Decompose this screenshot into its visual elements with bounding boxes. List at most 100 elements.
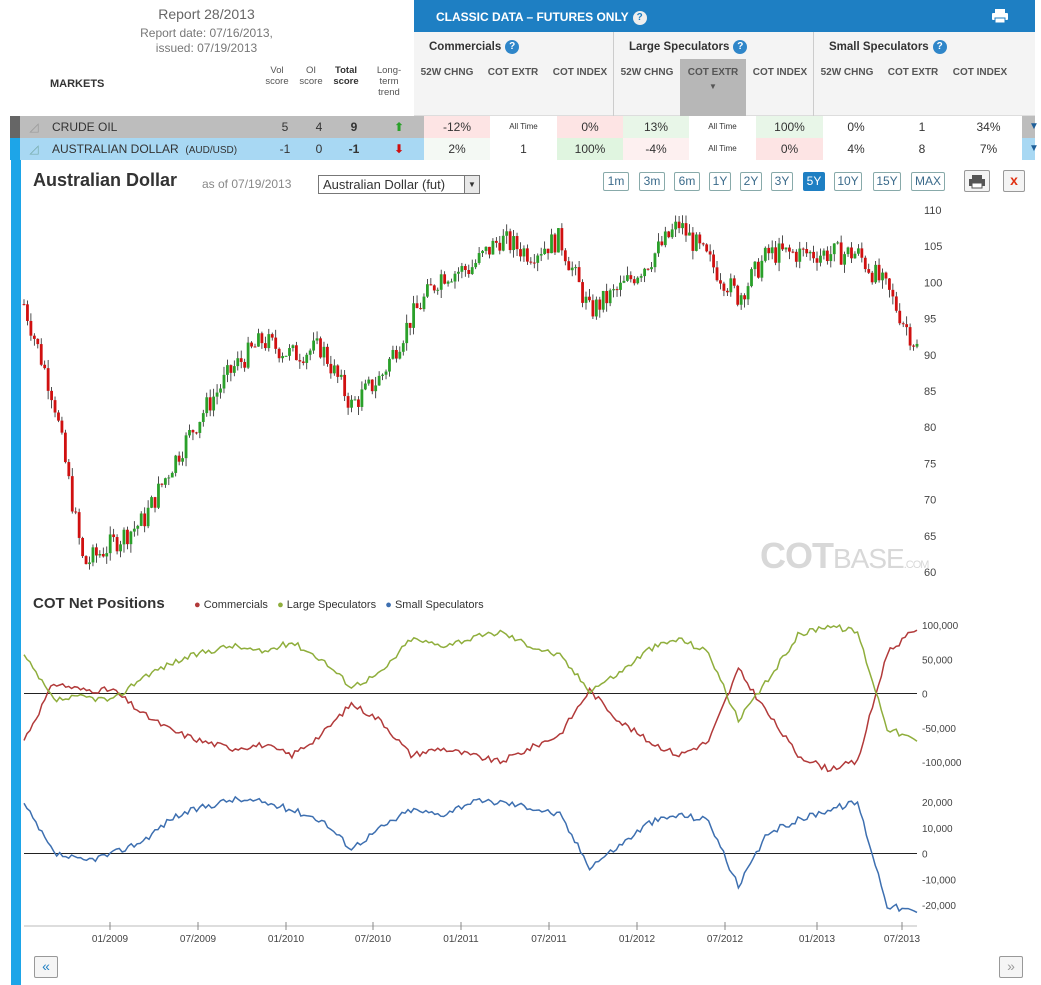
candle-body — [657, 241, 660, 254]
candle-body — [367, 379, 371, 384]
candle-body — [150, 497, 153, 508]
candle-body — [825, 250, 829, 262]
candle-body — [470, 267, 474, 275]
scroll-left-button[interactable]: « — [34, 956, 58, 978]
candle-body — [805, 249, 809, 254]
candle-body — [622, 280, 626, 283]
candle-body — [426, 284, 429, 297]
price-plot-area — [24, 206, 917, 576]
candle-body — [608, 290, 612, 304]
candle-body — [394, 349, 398, 359]
candle-body — [215, 392, 219, 397]
price-y-tick: 105 — [924, 241, 942, 253]
candle-body — [560, 228, 564, 251]
price-y-tick: 95 — [924, 314, 936, 326]
candle-body — [26, 304, 29, 321]
candle-body — [860, 248, 864, 258]
candle-body — [143, 513, 147, 527]
candle-body — [336, 365, 340, 377]
candle-body — [529, 261, 533, 263]
candle-body — [753, 261, 757, 270]
candle-body — [398, 351, 402, 359]
candle-body — [867, 269, 871, 273]
candle-body — [112, 534, 116, 538]
candle-body — [788, 247, 791, 252]
candle-body — [674, 221, 678, 230]
legend-small-speculators[interactable]: Small Speculators — [395, 599, 484, 611]
candle-body — [370, 379, 374, 392]
candle-body — [681, 223, 684, 229]
candle-body — [894, 296, 898, 311]
x-tick-label: 07/2009 — [180, 934, 217, 945]
candle-body — [319, 338, 322, 358]
candle-body — [474, 262, 478, 268]
scroll-right-button[interactable]: » — [999, 956, 1023, 978]
candle-body — [488, 246, 491, 255]
candle-body — [684, 223, 688, 236]
candle-body — [63, 432, 67, 463]
candle-body — [74, 511, 78, 513]
candle-body — [415, 303, 419, 309]
candle-body — [819, 255, 822, 263]
candle-body — [601, 290, 605, 310]
candle-body — [881, 272, 884, 281]
candle-body — [463, 266, 467, 270]
candle-body — [574, 267, 578, 269]
candle-body — [84, 556, 88, 565]
candle-body — [732, 278, 736, 286]
candle-body — [715, 267, 719, 281]
candle-body — [670, 229, 674, 238]
candle-body — [312, 340, 316, 351]
price-y-tick: 85 — [924, 386, 936, 398]
candle-body — [126, 529, 129, 545]
x-tick-label: 07/2010 — [355, 934, 392, 945]
candle-body — [908, 327, 912, 346]
x-tick-label: 01/2010 — [268, 934, 305, 945]
x-tick-label: 07/2011 — [531, 934, 567, 945]
candle-body — [139, 513, 143, 526]
candle-body — [739, 295, 743, 305]
candle-body — [484, 246, 488, 251]
legend-commercials[interactable]: Commercials — [204, 599, 268, 611]
price-y-tick: 90 — [924, 350, 936, 362]
candle-body — [429, 284, 433, 286]
cot-y-tick: 0 — [922, 690, 928, 701]
candle-body — [508, 231, 512, 251]
candle-body — [898, 310, 902, 324]
legend-large-speculators[interactable]: Large Speculators — [287, 599, 376, 611]
candle-body — [270, 334, 274, 338]
candle-body — [263, 343, 267, 349]
candle-body — [226, 365, 229, 375]
candle-body — [563, 250, 567, 262]
candle-body — [108, 534, 112, 554]
candle-body — [722, 283, 726, 291]
candle-body — [170, 472, 174, 478]
candle-body — [339, 374, 343, 377]
candle-body — [846, 247, 850, 255]
candle-body — [136, 525, 140, 529]
candle-body — [432, 285, 436, 291]
candle-body — [901, 323, 905, 325]
candle-body — [505, 231, 509, 236]
candle-body — [401, 343, 405, 352]
candle-body — [557, 228, 560, 253]
candle-body — [615, 289, 619, 291]
candle-body — [122, 529, 126, 545]
candle-body — [253, 346, 257, 348]
candle-body — [422, 296, 426, 310]
charts-canvas: 6065707580859095100105110100,00050,0000-… — [22, 205, 962, 945]
candle-body — [743, 295, 747, 300]
candle-body — [588, 296, 591, 301]
candle-body — [91, 547, 95, 563]
candle-body — [232, 366, 236, 373]
cot-y-tick: -100,000 — [922, 758, 962, 769]
candle-body — [829, 254, 833, 262]
candle-body — [405, 322, 409, 344]
candle-body — [453, 273, 457, 282]
candle-body — [160, 483, 164, 485]
candle-body — [346, 396, 350, 408]
candle-body — [770, 247, 774, 254]
candle-body — [188, 430, 191, 436]
double-chevron-right-icon: » — [1007, 958, 1015, 974]
candle-body — [653, 253, 657, 268]
